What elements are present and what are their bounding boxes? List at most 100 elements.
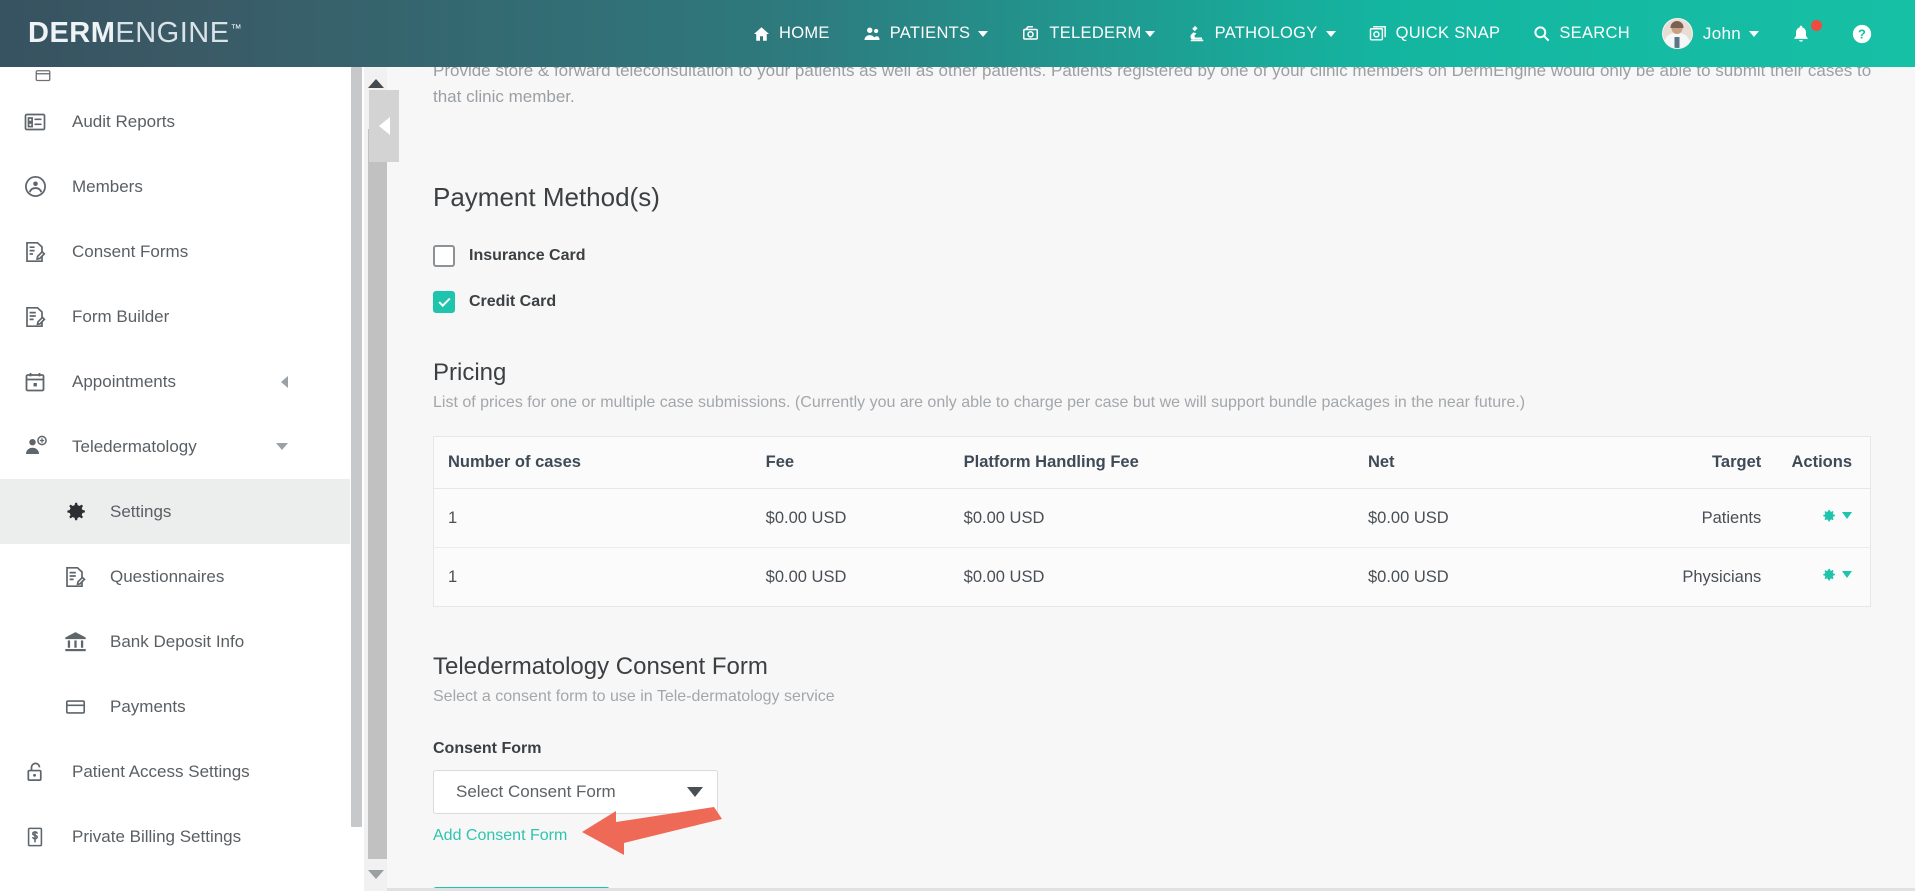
- sidebar-item-label: Form Builder: [72, 306, 170, 326]
- sidebar-clipped-item: [0, 67, 350, 89]
- nav-item-telederm[interactable]: TELEDERM: [1004, 0, 1170, 67]
- checkbox-credit-card[interactable]: Credit Card: [433, 291, 1915, 313]
- sidebar-item-private-billing-settings[interactable]: Private Billing Settings: [0, 804, 350, 869]
- user-menu-label: John: [1702, 23, 1741, 43]
- sidebar-item-settings[interactable]: Settings: [0, 479, 350, 544]
- column-header-fee: Fee: [751, 436, 950, 489]
- nav-item-patients-label: PATIENTS: [889, 24, 971, 42]
- cell-actions: [1761, 547, 1871, 607]
- page-scrollbar-thumb[interactable]: [368, 129, 387, 859]
- table-row: 1 $0.00 USD $0.00 USD $0.00 USD Physicia…: [433, 547, 1871, 607]
- chevron-down-icon: [1749, 30, 1759, 37]
- row-actions-menu[interactable]: [1820, 507, 1852, 524]
- home-icon: [752, 25, 771, 43]
- checkbox-insurance-card[interactable]: Insurance Card: [433, 245, 1915, 267]
- sidebar-item-payments[interactable]: Payments: [0, 674, 350, 739]
- pricing-table: Number of cases Fee Platform Handling Fe…: [433, 436, 1871, 607]
- nav-item-quick-snap-label: QUICK SNAP: [1395, 24, 1501, 42]
- scroll-down-arrow-icon[interactable]: [367, 870, 384, 879]
- sidebar-item-label: Members: [72, 176, 143, 196]
- sidebar-scrollbar-thumb[interactable]: [351, 67, 362, 827]
- sidebar-item-form-builder[interactable]: Form Builder: [0, 284, 350, 349]
- nav-item-search[interactable]: SEARCH: [1516, 0, 1646, 67]
- page-scrollbar[interactable]: [364, 67, 387, 891]
- avatar: [1661, 18, 1693, 49]
- chevron-down-icon: [1842, 571, 1852, 578]
- nav-item-patients[interactable]: PATIENTS: [846, 0, 1005, 67]
- page-scrollbar-track[interactable]: [366, 101, 387, 861]
- top-navigation-bar: DERM ENGINE ™ HOME PATIENTS TELEDERM PAT…: [0, 0, 1915, 67]
- cell-actions: [1761, 488, 1871, 548]
- column-header-platform-handling-fee: Platform Handling Fee: [949, 436, 1354, 489]
- search-icon: [1532, 24, 1551, 43]
- sidebar-item-bank-deposit-info[interactable]: Bank Deposit Info: [0, 609, 350, 674]
- cell-target: Physicians: [1633, 547, 1762, 607]
- lead-paragraph: Provide store & forward teleconsultation…: [433, 67, 1872, 106]
- sidebar-item-label: Settings: [110, 501, 172, 521]
- gear-icon: [1823, 509, 1835, 522]
- chevron-down-icon: [978, 30, 989, 37]
- cell-platform-fee: $0.00 USD: [949, 488, 1354, 548]
- add-consent-form-link[interactable]: Add Consent Form: [433, 827, 567, 845]
- checkbox-label: Credit Card: [469, 293, 557, 310]
- sidebar-item-consent-forms[interactable]: Consent Forms: [0, 219, 350, 284]
- cell-number-of-cases: 1: [433, 547, 752, 607]
- sidebar-item-patient-access-settings[interactable]: Patient Access Settings: [0, 739, 350, 804]
- sidebar-item-label: Appointments: [72, 371, 176, 391]
- cell-fee: $0.00 USD: [751, 488, 950, 548]
- nav-item-quick-snap[interactable]: QUICK SNAP: [1352, 0, 1517, 67]
- cell-fee: $0.00 USD: [751, 547, 950, 607]
- table-row: 1 $0.00 USD $0.00 USD $0.00 USD Patients: [433, 488, 1871, 548]
- sidebar-collapse-handle[interactable]: [369, 90, 399, 162]
- sidebar-item-label: Patient Access Settings: [72, 761, 250, 781]
- audit-reports-icon: [18, 110, 52, 134]
- sidebar-item-appointments[interactable]: Appointments: [0, 349, 350, 414]
- teledermatology-icon: [18, 435, 52, 459]
- cell-platform-fee: $0.00 USD: [949, 547, 1354, 607]
- chevron-down-icon: [1325, 30, 1336, 37]
- help-button[interactable]: ?: [1835, 0, 1897, 67]
- user-menu[interactable]: John: [1646, 0, 1775, 67]
- notifications-button[interactable]: [1775, 0, 1835, 67]
- sidebar-item-teledermatology[interactable]: Teledermatology: [0, 414, 350, 479]
- checkbox-box-checked[interactable]: [433, 291, 455, 313]
- consent-form-title: Teledermatology Consent Form: [433, 653, 768, 680]
- cell-number-of-cases: 1: [433, 488, 752, 548]
- cell-net: $0.00 USD: [1353, 547, 1633, 607]
- consent-forms-icon: [18, 240, 52, 264]
- consent-form-select[interactable]: Select Consent Form: [433, 770, 718, 814]
- column-header-net: Net: [1353, 436, 1633, 489]
- brand-trademark: ™: [230, 23, 243, 35]
- sidebar-item-audit-reports[interactable]: Audit Reports: [0, 89, 350, 154]
- nav-item-home[interactable]: HOME: [736, 0, 846, 67]
- sidebar-item-label: Bank Deposit Info: [110, 631, 245, 651]
- nav-item-pathology[interactable]: PATHOLOGY: [1171, 0, 1352, 67]
- sidebar-scrollbar[interactable]: [350, 67, 364, 891]
- consent-form-select-value: Select Consent Form: [456, 782, 616, 801]
- telederm-icon: [1020, 24, 1041, 43]
- brand-logo-light: ENGINE: [115, 17, 230, 49]
- unlock-icon: [18, 760, 52, 784]
- brand-logo[interactable]: DERM ENGINE ™: [28, 17, 242, 50]
- notification-badge: [1811, 20, 1822, 31]
- chevron-left-icon: [281, 375, 288, 388]
- sidebar-item-label: Audit Reports: [72, 111, 175, 131]
- camera-icon: [1368, 24, 1388, 43]
- column-header-actions: Actions: [1761, 436, 1871, 489]
- chevron-down-icon: [1842, 512, 1852, 519]
- cell-net: $0.00 USD: [1353, 488, 1633, 548]
- scroll-up-arrow-icon[interactable]: [367, 79, 384, 88]
- column-header-number-of-cases: Number of cases: [433, 436, 752, 489]
- row-actions-menu[interactable]: [1820, 566, 1852, 583]
- svg-text:?: ?: [1858, 26, 1866, 41]
- gear-icon: [58, 499, 92, 524]
- bank-icon: [58, 629, 92, 654]
- sidebar: Audit Reports Members Consent Forms Form…: [0, 67, 350, 891]
- chevron-down-icon: [1144, 30, 1155, 37]
- sidebar-item-members[interactable]: Members: [0, 154, 350, 219]
- payment-methods-title: Payment Method(s): [433, 182, 660, 212]
- checkbox-box[interactable]: [433, 245, 455, 267]
- top-nav-links: HOME PATIENTS TELEDERM PATHOLOGY QUICK S…: [736, 0, 1915, 67]
- sidebar-item-questionnaires[interactable]: Questionnaires: [0, 544, 350, 609]
- nav-item-home-label: HOME: [779, 24, 830, 42]
